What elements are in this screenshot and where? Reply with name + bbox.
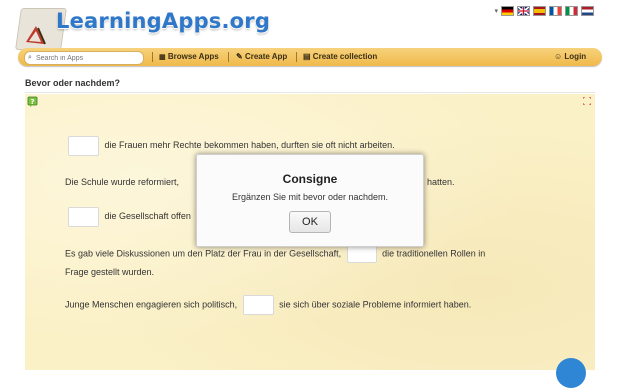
flag-nl-icon[interactable] bbox=[581, 6, 594, 16]
sentence-4-text-b: die traditionellen Rollen in bbox=[382, 248, 486, 259]
sentence-row-3: die Gesellschaft offen bbox=[68, 207, 191, 227]
title-divider bbox=[25, 92, 595, 93]
sentence-row-2-end: hatten. bbox=[427, 177, 455, 187]
page-title: Bevor oder nachdem? bbox=[25, 78, 121, 88]
flag-de-icon[interactable] bbox=[501, 6, 514, 16]
create-collection-label: Create collection bbox=[312, 52, 378, 61]
sentence-row-1: die Frauen mehr Rechte bekommen haben, d… bbox=[68, 136, 395, 156]
search-input[interactable] bbox=[36, 52, 136, 64]
graduation-hat-icon bbox=[26, 26, 46, 45]
help-icon[interactable]: ? bbox=[27, 96, 39, 108]
create-app-label: Create App bbox=[244, 52, 288, 61]
logo-text: LearningApps.org bbox=[56, 9, 271, 33]
create-app-link[interactable]: ✎ Create App bbox=[236, 48, 287, 66]
browse-apps-link[interactable]: ▦ Browse Apps bbox=[159, 48, 219, 66]
flag-en-icon[interactable] bbox=[517, 6, 530, 16]
gap-input-5[interactable] bbox=[242, 295, 274, 315]
gap-input-4[interactable] bbox=[346, 245, 377, 263]
sentence-1-text: die Frauen mehr Rechte bekommen haben, d… bbox=[104, 140, 395, 151]
gap-input-1[interactable] bbox=[68, 136, 99, 156]
instruction-dialog: Consigne Ergänzen Sie mit bevor oder nac… bbox=[196, 154, 424, 247]
pencil-icon: ✎ bbox=[236, 52, 243, 61]
dropdown-arrow-icon[interactable]: ▾ bbox=[494, 7, 498, 15]
create-collection-link[interactable]: ▤ Create collection bbox=[303, 48, 377, 66]
sentence-4-text-a: Es gab viele Diskussionen um den Platz d… bbox=[65, 248, 342, 259]
sentence-5-text-a: Junge Menschen engagieren sich politisch… bbox=[65, 299, 238, 310]
nav-divider bbox=[228, 52, 229, 62]
dialog-title: Consigne bbox=[282, 172, 338, 186]
sentence-2-text-before: Die Schule wurde reformiert, bbox=[65, 177, 180, 187]
collection-icon: ▤ bbox=[303, 52, 311, 61]
nav-divider bbox=[152, 52, 153, 62]
flag-es-icon[interactable] bbox=[533, 6, 546, 16]
search-box[interactable]: ⌕ bbox=[24, 51, 144, 65]
sentence-row-4-cont: Frage gestellt wurden. bbox=[65, 267, 154, 277]
gap-input-3[interactable] bbox=[68, 207, 99, 227]
flag-it-icon[interactable] bbox=[565, 6, 578, 16]
flag-fr-icon[interactable] bbox=[549, 6, 562, 16]
nav-divider bbox=[296, 52, 297, 62]
main-navbar: ⌕ ▦ Browse Apps ✎ Create App ▤ Create co… bbox=[18, 48, 602, 66]
user-icon: ☺ bbox=[554, 52, 563, 61]
svg-text:?: ? bbox=[30, 98, 34, 106]
sentence-row-5: Junge Menschen engagieren sich politisch… bbox=[65, 295, 471, 315]
login-label: Login bbox=[564, 52, 587, 61]
ok-button[interactable]: OK bbox=[289, 211, 331, 233]
sentence-2-text-after: hatten. bbox=[427, 177, 455, 187]
language-selector[interactable]: ▾ bbox=[494, 6, 594, 16]
login-link[interactable]: ☺ Login bbox=[554, 48, 586, 66]
dialog-message: Ergänzen Sie mit bevor oder nachdem. bbox=[231, 192, 389, 202]
site-logo[interactable]: LearningApps.org bbox=[15, 0, 270, 52]
sentence-row-4: Es gab viele Diskussionen um den Platz d… bbox=[65, 245, 485, 263]
sentence-3-text: die Gesellschaft offen bbox=[104, 211, 191, 222]
search-icon: ⌕ bbox=[28, 54, 32, 61]
sentence-row-2: Die Schule wurde reformiert, bbox=[65, 177, 179, 187]
browse-apps-label: Browse Apps bbox=[167, 52, 219, 61]
sentence-5-text-b: sie sich über soziale Probleme informier… bbox=[279, 299, 472, 310]
fullscreen-icon[interactable] bbox=[583, 97, 591, 105]
sentence-4-text-c: Frage gestellt wurden. bbox=[65, 267, 155, 277]
floating-action-button[interactable] bbox=[556, 358, 586, 388]
grid-icon: ▦ bbox=[159, 54, 166, 61]
